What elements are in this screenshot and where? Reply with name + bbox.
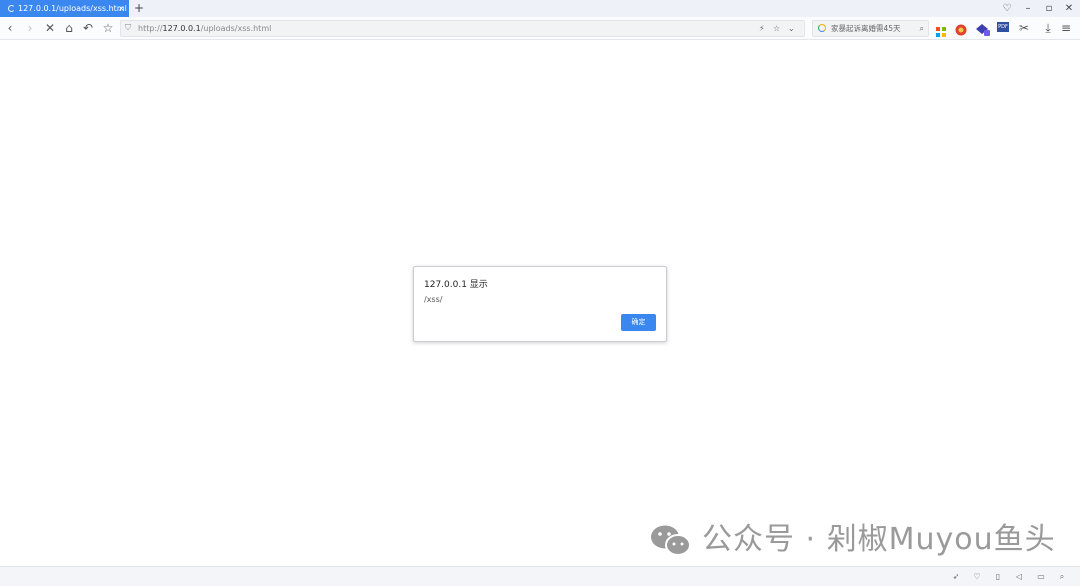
speaker-icon[interactable]: ◁ <box>1013 567 1025 586</box>
download-icon[interactable]: ⤓ <box>1040 17 1056 39</box>
undo-close-tab-button[interactable]: ↶ <box>80 17 96 39</box>
home-button[interactable]: ⌂ <box>61 17 77 39</box>
scissors-icon[interactable]: ✂ <box>1016 17 1032 39</box>
zoom-icon[interactable]: ⌕ <box>1056 567 1068 586</box>
address-bar[interactable]: ⛉ http://127.0.0.1/uploads/xss.html ⚡ ☆ … <box>120 20 805 37</box>
window-icon[interactable]: ▭ <box>1035 567 1047 586</box>
trash-icon[interactable]: ▯ <box>992 567 1004 586</box>
store-icon[interactable]: ♡ <box>999 0 1015 17</box>
dialog-title: 127.0.0.1 显示 <box>424 280 488 290</box>
navigation-bar: ‹ › ✕ ⌂ ↶ ☆ ⛉ http://127.0.0.1/uploads/x… <box>0 17 1080 40</box>
shield-icon: ⛉ <box>125 23 131 32</box>
tab-active[interactable]: 127.0.0.1/uploads/xss.html × <box>0 0 129 17</box>
dialog-message: /xss/ <box>424 295 443 304</box>
address-text: http://127.0.0.1/uploads/xss.html <box>138 24 272 33</box>
rocket-icon[interactable]: ➶ <box>950 567 962 586</box>
status-bar: ➶ ♡ ▯ ◁ ▭ ⌕ <box>0 566 1080 586</box>
watermark-text: 公众号 · 剁椒Muyou鱼头 <box>702 522 1056 557</box>
extension-red-icon[interactable] <box>955 21 967 36</box>
pdf-icon[interactable]: PDF <box>997 22 1009 32</box>
wechat-icon <box>650 524 692 558</box>
back-button[interactable]: ‹ <box>2 17 18 39</box>
heart-icon[interactable]: ♡ <box>971 567 983 586</box>
search-icon[interactable]: ⌕ <box>920 21 924 36</box>
chevron-down-icon[interactable]: ⌄ <box>788 21 795 36</box>
apps-grid-icon[interactable] <box>936 22 946 37</box>
lightning-icon[interactable]: ⚡ <box>759 21 765 36</box>
stop-button[interactable]: ✕ <box>42 17 58 39</box>
search-box[interactable]: 家暴起诉离婚需45天 ⌕ <box>812 20 929 37</box>
new-tab-button[interactable]: + <box>134 0 144 17</box>
close-window-button[interactable]: ✕ <box>1061 0 1077 17</box>
forward-button[interactable]: › <box>22 17 38 39</box>
alert-dialog: 127.0.0.1 显示 /xss/ 确定 <box>413 266 667 342</box>
star-icon[interactable]: ☆ <box>773 21 780 36</box>
tab-bar: 127.0.0.1/uploads/xss.html × + ♡ – ▫ ✕ <box>0 0 1080 18</box>
spinner-icon <box>8 5 15 12</box>
minimize-button[interactable]: – <box>1020 0 1036 17</box>
restore-button[interactable]: ▫ <box>1041 0 1057 17</box>
search-suggestion: 家暴起诉离婚需45天 <box>831 24 901 33</box>
ok-button[interactable]: 确定 <box>621 314 656 331</box>
search-engine-icon <box>818 24 826 32</box>
bookmark-button[interactable]: ☆ <box>100 17 116 39</box>
tab-close-icon[interactable]: × <box>118 0 125 17</box>
menu-icon[interactable]: ≡ <box>1058 17 1074 39</box>
extension-purple-icon[interactable] <box>976 21 990 36</box>
tab-title: 127.0.0.1/uploads/xss.html <box>18 4 127 13</box>
